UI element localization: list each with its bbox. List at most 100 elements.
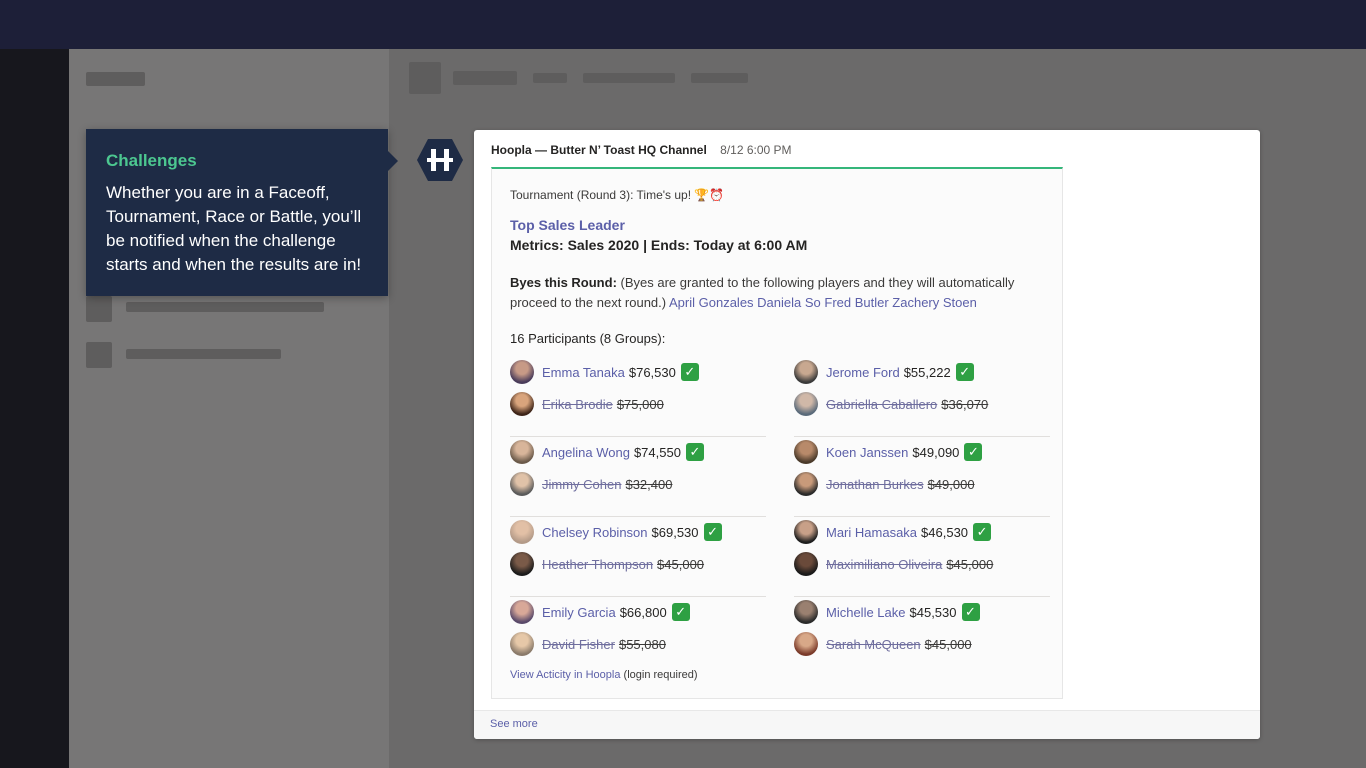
player-score: $45,000 [924,636,972,652]
participants-heading: 16 Participants (8 Groups): [510,331,666,346]
player-name[interactable]: Michelle Lake [826,605,906,620]
loser-row: David Fisher $55,080 [510,631,671,657]
matchup-group: Jerome Ford $55,222 ✓ Gabriella Caballer… [794,357,1050,437]
tab-placeholder [583,73,675,83]
avatar[interactable] [510,600,534,624]
player-name[interactable]: Gabriella Caballero [826,397,937,412]
message-timestamp: 8/12 6:00 PM [720,143,792,157]
player-name[interactable]: Koen Janssen [826,445,908,460]
avatar[interactable] [794,440,818,464]
avatar[interactable] [794,600,818,624]
player-name[interactable]: Maximiliano Oliveira [826,557,942,572]
matchup-group: Chelsey Robinson $69,530 ✓ Heather Thomp… [510,517,766,597]
challenge-title[interactable]: Top Sales Leader [510,217,625,233]
winner-row: Chelsey Robinson $69,530 ✓ [510,519,722,545]
player-name[interactable]: Heather Thompson [542,557,653,572]
tab-placeholder [691,73,748,83]
avatar[interactable] [510,360,534,384]
player-name[interactable]: Emma Tanaka [542,365,625,380]
player-score: $45,530 [909,604,957,620]
loser-row: Jimmy Cohen $32,400 [510,471,677,497]
channel-item-placeholder [126,349,281,359]
player-score: $55,222 [903,364,951,380]
player-score: $32,400 [625,476,673,492]
loser-row: Sarah McQueen $45,000 [794,631,977,657]
channel-item-placeholder [126,302,324,312]
player-score: $66,800 [619,604,667,620]
check-icon: ✓ [955,363,974,381]
avatar[interactable] [794,632,818,656]
avatar[interactable] [794,520,818,544]
player-score: $76,530 [628,364,676,380]
player-name[interactable]: Jonathan Burkes [826,477,924,492]
see-more-bar: See more [474,710,1260,739]
player-name[interactable]: Jerome Ford [826,365,900,380]
winner-row: Angelina Wong $74,550 ✓ [510,439,704,465]
channel-avatar-placeholder [409,62,441,94]
loser-row: Heather Thompson $45,000 [510,551,709,577]
avatar[interactable] [510,632,534,656]
byes-label: Byes this Round: [510,275,617,290]
app-top-bar [0,0,1366,49]
player-score: $55,080 [618,636,666,652]
avatar[interactable] [794,360,818,384]
loser-row: Jonathan Burkes $49,000 [794,471,980,497]
player-score: $74,550 [633,444,681,460]
loser-row: Gabriella Caballero $36,070 [794,391,993,417]
player-name[interactable]: Sarah McQueen [826,637,921,652]
avatar[interactable] [510,392,534,416]
winner-row: Michelle Lake $45,530 ✓ [794,599,980,625]
matchup-group: Emma Tanaka $76,530 ✓ Erika Brodie $75,0… [510,357,766,437]
channel-item-icon-placeholder [86,342,112,368]
player-name[interactable]: Mari Hamasaka [826,525,917,540]
matchup-group: Michelle Lake $45,530 ✓ Sarah McQueen $4… [794,597,1050,677]
check-icon: ✓ [961,603,980,621]
view-activity-link[interactable]: View Acticity in Hoopla [510,669,620,681]
avatar[interactable] [510,520,534,544]
byes-text: Byes this Round: (Byes are granted to th… [510,273,1050,313]
matchup-group: Angelina Wong $74,550 ✓ Jimmy Cohen $32,… [510,437,766,517]
view-activity: View Acticity in Hoopla (login required) [510,669,698,681]
avatar[interactable] [794,552,818,576]
avatar[interactable] [510,440,534,464]
see-more-link[interactable]: See more [490,718,538,730]
challenge-metrics: Metrics: Sales 2020 | Ends: Today at 6:0… [510,237,808,253]
matchup-group: Mari Hamasaka $46,530 ✓ Maximiliano Oliv… [794,517,1050,597]
player-score: $49,090 [912,444,960,460]
player-name[interactable]: Chelsey Robinson [542,525,648,540]
player-score: $49,000 [927,476,975,492]
byes-player-names[interactable]: April Gonzales Daniela So Fred Butler Za… [669,295,977,310]
hoopla-logo-icon[interactable] [416,138,464,182]
winner-row: Emily Garcia $66,800 ✓ [510,599,690,625]
message-sender[interactable]: Hoopla — Butter N’ Toast HQ Channel [491,143,707,157]
loser-row: Erika Brodie $75,000 [510,391,669,417]
avatar[interactable] [794,392,818,416]
pane-title-placeholder [86,72,145,86]
check-icon: ✓ [685,443,704,461]
matchup-group: Koen Janssen $49,090 ✓ Jonathan Burkes $… [794,437,1050,517]
tooltip-title: Challenges [106,151,197,170]
loser-row: Maximiliano Oliveira $45,000 [794,551,998,577]
avatar[interactable] [510,472,534,496]
avatar[interactable] [510,552,534,576]
check-icon: ✓ [973,523,992,541]
player-name[interactable]: Angelina Wong [542,445,630,460]
avatar[interactable] [794,472,818,496]
player-name[interactable]: David Fisher [542,637,615,652]
player-score: $69,530 [651,524,699,540]
winner-row: Koen Janssen $49,090 ✓ [794,439,983,465]
player-score: $46,530 [921,524,969,540]
winner-row: Jerome Ford $55,222 ✓ [794,359,974,385]
adaptive-card: Tournament (Round 3): Time's up! 🏆⏰ Top … [491,167,1063,699]
check-icon: ✓ [703,523,722,541]
winner-row: Mari Hamasaka $46,530 ✓ [794,519,992,545]
player-name[interactable]: Emily Garcia [542,605,616,620]
bot-message-card: Hoopla — Butter N’ Toast HQ Channel 8/12… [474,130,1260,739]
player-name[interactable]: Erika Brodie [542,397,613,412]
check-icon: ✓ [964,443,983,461]
groups-column-left: Emma Tanaka $76,530 ✓ Erika Brodie $75,0… [510,357,766,677]
check-icon: ✓ [671,603,690,621]
player-name[interactable]: Jimmy Cohen [542,477,621,492]
player-score: $45,000 [946,556,994,572]
tooltip-body: Whether you are in a Faceoff, Tournament… [106,183,362,274]
